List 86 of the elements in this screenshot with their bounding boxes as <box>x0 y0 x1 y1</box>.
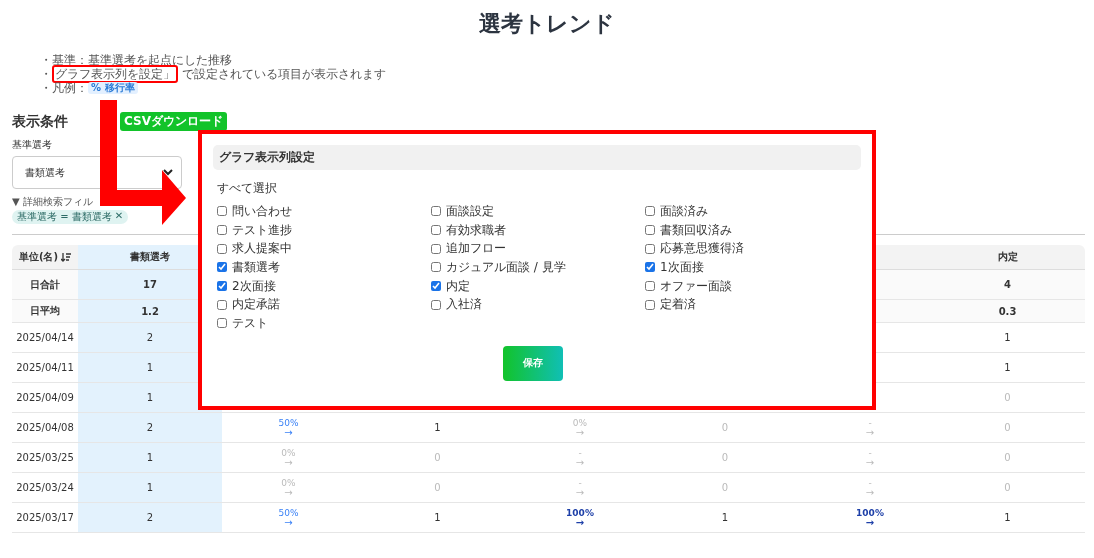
row-label: 日平均 <box>12 300 78 323</box>
table-cell: 1 <box>78 473 222 503</box>
rate-cell: - → <box>810 443 930 473</box>
rate-cell: 0% → <box>222 473 355 503</box>
option-label: 2次面接 <box>232 277 276 295</box>
option-label: 書類選考 <box>232 258 280 276</box>
checkbox[interactable] <box>431 262 441 273</box>
option-label: 書類回収済み <box>660 221 732 239</box>
rate-cell: 50% → <box>222 413 355 443</box>
table-cell: 4 <box>930 270 1085 300</box>
field-label: 基準選考 <box>11 138 53 152</box>
table-cell: 2 <box>78 503 222 533</box>
option-label: オファー面談 <box>660 277 732 295</box>
option-label: 定着済 <box>660 296 696 314</box>
rate-cell: - → <box>520 473 640 503</box>
option-label: 問い合わせ <box>232 202 292 220</box>
option-label: 内定 <box>446 277 470 295</box>
option-label: 内定承諾 <box>232 296 280 314</box>
option-label: 有効求職者 <box>446 221 506 239</box>
checkbox[interactable] <box>431 299 441 310</box>
rate-cell: 50% → <box>222 503 355 533</box>
checkbox[interactable] <box>645 206 655 217</box>
checkbox[interactable] <box>645 225 655 236</box>
option-label: 追加フロー <box>446 240 506 258</box>
row-label: 日合計 <box>12 270 78 300</box>
table-cell: 1 <box>930 503 1085 533</box>
filter-chip[interactable]: 基準選考 = 書類選考 ✕ <box>12 210 129 224</box>
column-header: 単位(名) <box>12 245 78 270</box>
option-label: 面談設定 <box>446 202 494 220</box>
option-label: テスト <box>232 314 268 332</box>
section-heading: 表示条件 <box>12 112 68 131</box>
checkbox[interactable] <box>431 225 441 236</box>
column-header: 内定 <box>930 245 1085 270</box>
checkbox[interactable] <box>431 243 441 254</box>
table-cell: 2 <box>78 413 222 443</box>
dialog-title: グラフ表示列設定 <box>213 145 861 170</box>
chevron-icon <box>163 169 173 176</box>
filter-toggle[interactable]: ▼ 詳細検索フィル <box>12 196 93 208</box>
legend-badge: % 移行率 <box>88 82 138 94</box>
checkbox[interactable] <box>217 262 227 273</box>
rate-cell: - → <box>810 413 930 443</box>
table-cell: 0 <box>640 443 810 473</box>
option-label: 応募意思獲得済 <box>660 240 744 258</box>
option-label: 入社済 <box>446 296 482 314</box>
checkbox[interactable] <box>431 281 441 292</box>
checkbox[interactable] <box>645 299 655 310</box>
option-label: カジュアル面談 / 見学 <box>446 258 566 276</box>
select-all-link[interactable]: すべて選択 <box>217 180 861 197</box>
table-cell: 0 <box>640 413 810 443</box>
checkbox[interactable] <box>431 206 441 217</box>
table-cell: 1 <box>640 503 810 533</box>
checkbox[interactable] <box>645 262 655 273</box>
table-cell: 0 <box>930 413 1085 443</box>
option-label: 求人提案中 <box>232 240 292 258</box>
table-cell: 1 <box>355 503 520 533</box>
rate-cell: 100% → <box>520 503 640 533</box>
table-cell: 0 <box>355 473 520 503</box>
page-title: 選考トレンド <box>478 10 616 38</box>
table-cell: 1 <box>355 413 520 443</box>
table-cell: 1 <box>78 443 222 473</box>
checkbox[interactable] <box>217 318 227 329</box>
checkbox[interactable] <box>645 243 655 254</box>
checkbox[interactable] <box>217 225 227 236</box>
option-label: テスト進捗 <box>232 221 292 239</box>
rate-cell: 0% → <box>222 443 355 473</box>
table-cell: 0 <box>930 473 1085 503</box>
checkbox[interactable] <box>217 206 227 217</box>
table-cell: 0.3 <box>930 300 1085 323</box>
table-cell: 1 <box>930 353 1085 383</box>
table-cell: 1 <box>930 323 1085 353</box>
rate-cell: - → <box>810 473 930 503</box>
checkbox[interactable] <box>217 299 227 310</box>
table-cell: 0 <box>930 383 1085 413</box>
checkbox[interactable] <box>645 281 655 292</box>
option-label: 1次面接 <box>660 258 704 276</box>
rate-cell: 0% → <box>520 413 640 443</box>
option-label: 面談済み <box>660 202 708 220</box>
checkbox[interactable] <box>217 243 227 254</box>
table-cell: 0 <box>930 443 1085 473</box>
table-cell: 0 <box>640 473 810 503</box>
legend-label: ・凡例： <box>40 81 88 95</box>
rate-cell: 100% → <box>810 503 930 533</box>
sort-icon[interactable] <box>61 252 72 262</box>
rate-cell: - → <box>520 443 640 473</box>
checkbox[interactable] <box>217 281 227 292</box>
table-cell: 0 <box>355 443 520 473</box>
